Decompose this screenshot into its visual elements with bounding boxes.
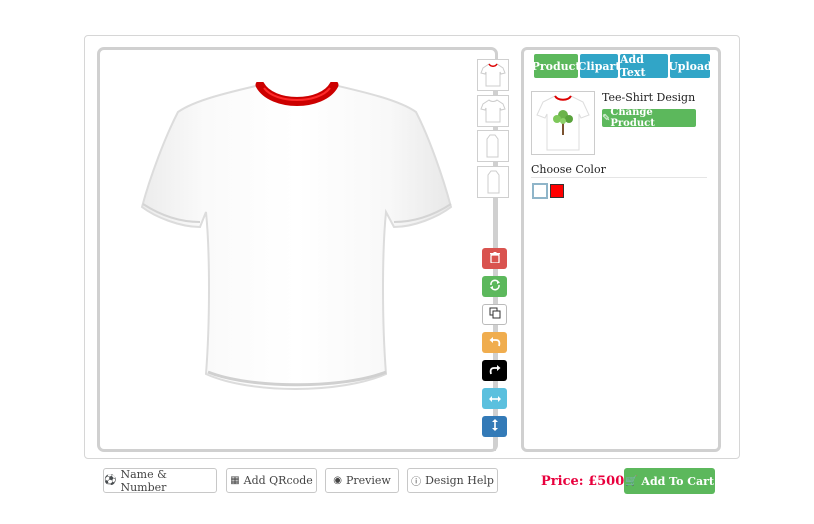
price-label: Price: £500	[541, 474, 625, 489]
flip-vertical-button[interactable]	[482, 416, 507, 437]
name-number-button[interactable]: ⚽ Name & Number	[103, 467, 217, 494]
product-thumbnail[interactable]	[531, 91, 595, 155]
add-qrcode-label: Add QRcode	[243, 474, 313, 487]
reset-button[interactable]	[482, 276, 507, 297]
design-help-label: Design Help	[425, 474, 494, 487]
tab-upload[interactable]: Upload	[668, 54, 712, 78]
view-back-thumbnail[interactable]	[477, 95, 509, 127]
edit-icon: ✎	[602, 112, 611, 124]
delete-button[interactable]	[482, 248, 507, 269]
soccer-ball-icon: ⚽	[104, 475, 117, 486]
color-swatch-red[interactable]	[550, 184, 564, 198]
qrcode-icon: ▦	[230, 475, 240, 486]
add-to-cart-button[interactable]: 🛒 Add To Cart	[624, 468, 715, 494]
arrows-v-icon	[491, 419, 499, 434]
arrows-h-icon	[488, 392, 501, 406]
change-product-button[interactable]: ✎ Change Product	[602, 107, 696, 129]
shopping-cart-icon: 🛒	[624, 475, 638, 487]
view-thumbnails	[477, 59, 510, 201]
undo-button[interactable]	[482, 332, 507, 353]
redo-button[interactable]	[482, 360, 507, 381]
color-swatch-white[interactable]	[532, 183, 548, 199]
choose-color-title: Choose Color	[531, 163, 606, 176]
add-to-cart-label: Add To Cart	[641, 474, 715, 488]
trash-icon	[489, 251, 500, 266]
eye-icon: ◉	[333, 475, 342, 486]
view-right-thumbnail[interactable]	[477, 166, 509, 198]
color-divider	[531, 177, 707, 178]
name-number-label: Name & Number	[120, 467, 167, 494]
refresh-icon	[489, 279, 501, 294]
tab-add-text[interactable]: Add Text	[620, 53, 668, 79]
copy-icon	[489, 307, 501, 322]
tab-clipart[interactable]: Clipart	[578, 54, 620, 78]
preview-button[interactable]: ◉ Preview	[325, 468, 399, 493]
duplicate-button[interactable]	[482, 304, 507, 325]
add-qrcode-button[interactable]: ▦ Add QRcode	[226, 468, 317, 493]
design-help-button[interactable]: ⓘ Design Help	[407, 468, 498, 493]
change-product-label: Change Product	[610, 107, 655, 129]
question-circle-icon: ⓘ	[411, 477, 422, 488]
view-left-thumbnail[interactable]	[477, 130, 509, 162]
redo-icon	[489, 363, 501, 378]
flip-horizontal-button[interactable]	[482, 388, 507, 409]
product-name: Tee-Shirt Design	[602, 91, 696, 104]
preview-label: Preview	[345, 474, 391, 487]
undo-icon	[489, 335, 501, 350]
tshirt-image	[140, 80, 454, 394]
view-front-thumbnail[interactable]	[477, 59, 509, 91]
tab-product[interactable]: Product	[532, 54, 580, 78]
